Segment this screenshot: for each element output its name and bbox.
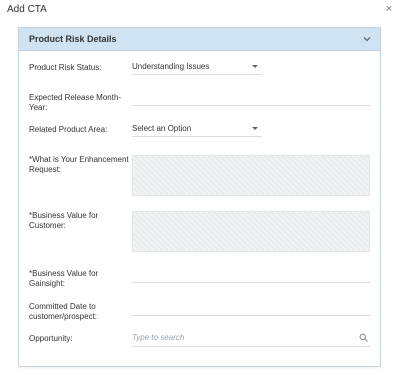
committed-date-input[interactable] [132,301,370,316]
expected-release-input[interactable] [132,91,370,106]
product-risk-panel: Product Risk Details Product Risk Status… [18,27,381,367]
opportunity-search-input[interactable] [132,330,352,345]
business-value-customer-textarea[interactable] [132,211,370,252]
related-product-area-select[interactable]: Select an Option [132,122,262,137]
dialog-header: Add CTA × [0,0,400,20]
committed-date-label: Committed Date to customer/prospect: [29,302,98,321]
close-icon[interactable]: × [383,3,395,15]
caret-down-icon [252,127,258,130]
dialog-title: Add CTA [7,4,47,15]
business-value-gainsight-input[interactable] [132,268,370,283]
opportunity-search [132,330,370,347]
product-risk-status-label: Product Risk Status: [29,63,102,72]
panel-title: Product Risk Details [29,34,117,44]
panel-header[interactable]: Product Risk Details [19,28,380,51]
enhancement-request-textarea[interactable] [132,155,370,196]
related-product-area-value: Select an Option [132,124,192,133]
product-risk-status-value: Understanding Issues [132,62,210,71]
opportunity-label: Opportunity: [29,334,73,343]
search-icon[interactable] [359,333,368,342]
chevron-down-icon[interactable] [362,34,372,44]
related-product-area-label: Related Product Area: [29,125,108,134]
business-value-gainsight-label: *Business Value for Gainsight: [29,269,99,288]
expected-release-label: Expected Release Month-Year: [29,93,122,112]
enhancement-request-label: *What is Your Enhancement Request: [29,155,129,174]
business-value-customer-label: *Business Value for Customer: [29,211,99,230]
caret-down-icon [252,65,258,68]
product-risk-status-select[interactable]: Understanding Issues [132,60,262,75]
